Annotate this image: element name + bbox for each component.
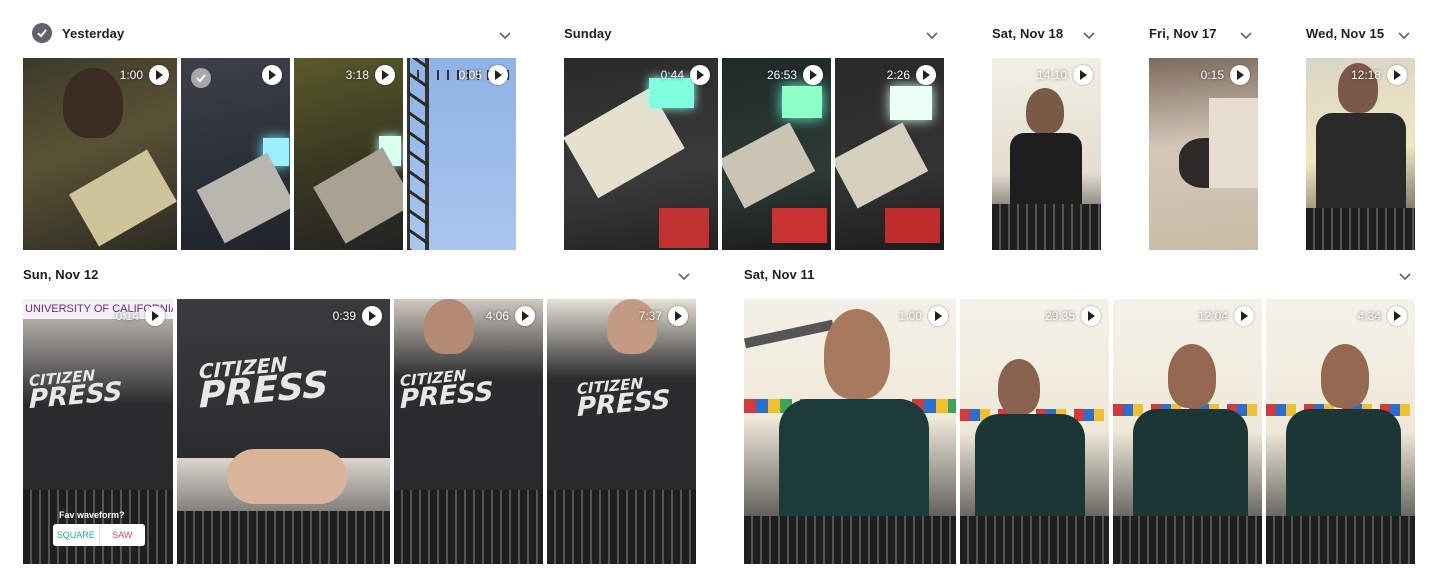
video-duration: 1:00	[898, 309, 922, 323]
video-thumbnail[interactable]: UNIVERSITY OF CALIFORNIA, IRV CITIZEN PR…	[23, 299, 173, 564]
chevron-down-icon[interactable]	[924, 28, 940, 44]
video-duration: 12:04	[1197, 309, 1228, 323]
video-duration: 4:34	[1357, 309, 1381, 323]
play-icon	[1081, 306, 1101, 326]
video-duration: 26:53	[766, 68, 797, 82]
video-thumbnail[interactable]: 0:15	[1149, 58, 1258, 250]
play-icon	[1387, 65, 1407, 85]
play-icon	[375, 65, 395, 85]
video-thumbnail[interactable]: 12:18	[1306, 58, 1415, 250]
chevron-down-icon[interactable]	[676, 269, 692, 285]
video-thumbnail-selected[interactable]	[181, 58, 290, 250]
play-icon	[1234, 306, 1254, 326]
group-header-sun-nov12: Sun, Nov 12	[23, 263, 99, 285]
video-thumbnail[interactable]: 2:26	[835, 58, 944, 250]
group-title: Wed, Nov 15	[1306, 25, 1385, 41]
poll-sticker: SQUARE SAW	[53, 524, 145, 546]
play-icon	[690, 65, 710, 85]
chevron-down-icon[interactable]	[1396, 28, 1412, 44]
poll-option: SAW	[98, 524, 146, 546]
video-duration: 1:00	[119, 68, 143, 82]
check-circle-icon[interactable]	[32, 23, 52, 43]
chevron-down-icon[interactable]	[1397, 269, 1413, 285]
play-icon	[803, 65, 823, 85]
group-title: Sat, Nov 18	[992, 25, 1064, 41]
video-thumbnail[interactable]: CITIZEN PRESS 4:06	[394, 299, 543, 564]
play-icon	[262, 65, 282, 85]
video-duration: 3:18	[345, 68, 369, 82]
video-thumbnail[interactable]: 4:34	[1266, 299, 1415, 564]
group-title: Fri, Nov 17	[1149, 25, 1217, 41]
play-icon	[1387, 306, 1407, 326]
play-icon	[916, 65, 936, 85]
video-duration: 0:05	[458, 68, 482, 82]
video-thumbnail[interactable]: 26:53	[722, 58, 831, 250]
play-icon	[928, 306, 948, 326]
poll-question: Fav waveform?	[59, 510, 125, 520]
play-icon	[1230, 65, 1250, 85]
video-thumbnail[interactable]: 0:05	[407, 58, 516, 250]
group-header-sat-nov18: Sat, Nov 18	[992, 22, 1063, 44]
video-thumbnail[interactable]: 12:04	[1113, 299, 1262, 564]
video-thumbnail[interactable]: 0:44	[564, 58, 718, 250]
group-title: Sunday	[564, 25, 612, 41]
shirt-text: CITIZEN PRESS	[577, 374, 670, 422]
play-icon	[362, 306, 382, 326]
shirt-text: CITIZEN PRESS	[29, 366, 122, 414]
group-title: Yesterday	[62, 25, 125, 41]
poll-option: SQUARE	[56, 530, 95, 540]
group-header-wed-nov15: Wed, Nov 15	[1306, 22, 1384, 44]
play-icon	[1073, 65, 1093, 85]
video-duration: 29:35	[1044, 309, 1075, 323]
video-thumbnail[interactable]: 29:35	[960, 299, 1109, 564]
group-header-sunday: Sunday	[564, 22, 612, 44]
video-thumbnail[interactable]: 3:18	[294, 58, 403, 250]
play-icon	[149, 65, 169, 85]
video-duration: 0:14	[115, 309, 139, 323]
group-title: Sat, Nov 11	[744, 266, 815, 282]
video-thumbnail[interactable]: CITIZEN PRESS 7:37	[547, 299, 696, 564]
video-thumbnail[interactable]: 14:10	[992, 58, 1101, 250]
play-icon	[668, 306, 688, 326]
group-header-sat-nov11: Sat, Nov 11	[744, 263, 814, 285]
video-thumbnail[interactable]: 1:00	[23, 58, 177, 250]
video-duration: 0:39	[332, 309, 356, 323]
video-duration: 14:10	[1036, 68, 1067, 82]
video-duration: 2:26	[886, 68, 910, 82]
video-duration: 7:37	[638, 309, 662, 323]
play-icon	[515, 306, 535, 326]
shirt-text: CITIZEN PRESS	[199, 351, 328, 417]
video-thumbnail[interactable]: 1:00	[744, 299, 956, 564]
play-icon	[145, 306, 165, 326]
chevron-down-icon[interactable]	[1081, 28, 1097, 44]
video-duration: 12:18	[1350, 68, 1381, 82]
video-duration: 4:06	[485, 309, 509, 323]
group-header-yesterday: Yesterday	[32, 22, 124, 44]
shirt-text: CITIZEN PRESS	[400, 366, 493, 414]
chevron-down-icon[interactable]	[1238, 28, 1254, 44]
chevron-down-icon[interactable]	[497, 28, 513, 44]
video-duration: 0:15	[1200, 68, 1224, 82]
play-icon	[488, 65, 508, 85]
video-thumbnail[interactable]: CITIZEN PRESS 0:39	[177, 299, 390, 564]
check-circle-icon[interactable]	[191, 68, 211, 88]
group-title: Sun, Nov 12	[23, 266, 99, 282]
video-duration: 0:44	[660, 68, 684, 82]
group-header-fri-nov17: Fri, Nov 17	[1149, 22, 1217, 44]
